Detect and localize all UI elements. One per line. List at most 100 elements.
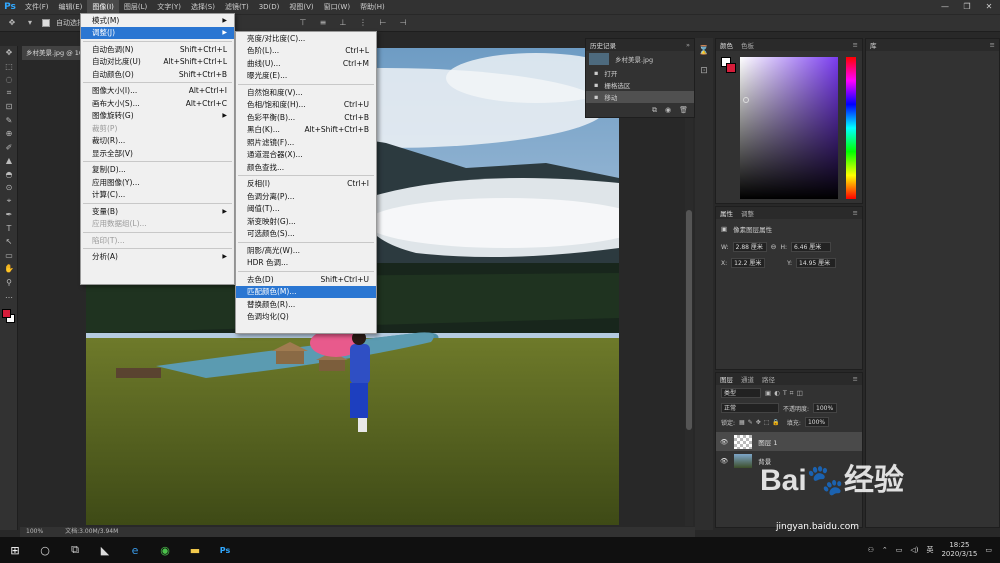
tool-3-icon[interactable]: ⌗: [0, 87, 18, 101]
menu-item[interactable]: 去色(D) Shift+Ctrl+U: [236, 273, 376, 286]
cortana-icon[interactable]: ○: [30, 537, 60, 563]
menu-item[interactable]: 色相/饱和度(H)... Ctrl+U: [236, 99, 376, 112]
tool-2-icon[interactable]: ◌: [0, 73, 18, 87]
network-icon[interactable]: ▭: [896, 546, 903, 554]
menu-item[interactable]: 曝光度(E)...: [236, 70, 376, 83]
hue-slider[interactable]: [846, 57, 856, 199]
menu-item[interactable]: 黑白(K)... Alt+Shift+Ctrl+B: [236, 124, 376, 137]
history-dock-icon[interactable]: ⌛: [695, 46, 713, 56]
menu-item[interactable]: 裁切(R)...: [81, 135, 234, 148]
distribute-icon[interactable]: ⋮: [357, 18, 369, 28]
tab-library[interactable]: 库: [870, 40, 877, 50]
menu-item[interactable]: 裁剪(P): [81, 122, 234, 135]
menu-item[interactable]: 应用数据组(L)...: [81, 218, 234, 231]
fill-field[interactable]: 100%: [804, 417, 829, 427]
link-icon[interactable]: ⊖: [771, 243, 777, 251]
tool-17-icon[interactable]: ⚲: [0, 276, 18, 290]
height-field[interactable]: 6.46 厘米: [791, 242, 832, 252]
menu-item[interactable]: 图像旋转(G) ▶: [81, 110, 234, 123]
tab-layers[interactable]: 图层: [720, 374, 733, 384]
align-left-icon[interactable]: ⊢: [377, 18, 389, 28]
y-field[interactable]: 14.95 厘米: [796, 258, 837, 268]
menu-item[interactable]: 画布大小(S)... Alt+Ctrl+C: [81, 97, 234, 110]
photoshop-taskbar-icon[interactable]: Ps: [210, 537, 240, 563]
task-view-icon[interactable]: ⧉: [60, 537, 90, 563]
move-tool-icon[interactable]: ✥: [6, 18, 18, 28]
menu-item[interactable]: 照片滤镜(F)...: [236, 136, 376, 149]
doc-info[interactable]: 文档:3.00M/3.94M: [65, 527, 118, 537]
tool-5-icon[interactable]: ✎: [0, 114, 18, 128]
edge-icon[interactable]: e: [120, 537, 150, 563]
close-icon[interactable]: ✕: [978, 0, 1000, 14]
menu-item[interactable]: 复制(D)...: [81, 164, 234, 177]
camera-icon[interactable]: ◉: [665, 106, 671, 115]
menu-6[interactable]: 滤镜(T): [220, 0, 254, 14]
eye-icon[interactable]: 👁: [720, 438, 728, 446]
tool-14-icon[interactable]: ↖: [0, 235, 18, 249]
menu-9[interactable]: 窗口(W): [319, 0, 355, 14]
menu-0[interactable]: 文件(F): [20, 0, 54, 14]
wechat-icon[interactable]: ◉: [150, 537, 180, 563]
history-item[interactable]: ▪ 移动: [586, 91, 694, 103]
menu-item[interactable]: 自然饱和度(V)...: [236, 86, 376, 99]
notification-icon[interactable]: ▭: [985, 546, 992, 554]
volume-icon[interactable]: ◁): [910, 546, 918, 554]
blend-mode-select[interactable]: 正常: [721, 403, 779, 413]
toolbar-fg-color[interactable]: [2, 308, 11, 318]
menu-item[interactable]: 渐变映射(G)...: [236, 215, 376, 228]
tool-4-icon[interactable]: ⊡: [0, 100, 18, 114]
people-icon[interactable]: ⚇: [868, 546, 874, 554]
tool-presets-icon[interactable]: ⊡: [695, 66, 713, 76]
tool-13-icon[interactable]: T: [0, 222, 18, 236]
layer-name[interactable]: 图层 1: [758, 437, 777, 447]
tool-15-icon[interactable]: ▭: [0, 249, 18, 263]
opacity-field[interactable]: 100%: [813, 403, 838, 413]
filter-icons[interactable]: ▣◐T⌗◫: [765, 389, 806, 398]
minimize-icon[interactable]: —: [934, 0, 956, 14]
x-field[interactable]: 12.2 厘米: [731, 258, 766, 268]
menu-item[interactable]: 变量(B) ▶: [81, 205, 234, 218]
document-tab[interactable]: 乡村美景.jpg @ 10: [22, 46, 86, 60]
menu-item[interactable]: 调整(J) ▶: [81, 26, 234, 39]
history-item[interactable]: ▪ 打开: [586, 67, 694, 79]
align-bottom-icon[interactable]: ⊥: [337, 18, 349, 28]
menu-item[interactable]: 色阶(L)... Ctrl+L: [236, 45, 376, 58]
menu-item[interactable]: 反相(I) Ctrl+I: [236, 178, 376, 191]
menu-1[interactable]: 编辑(E): [54, 0, 88, 14]
tab-properties[interactable]: 属性: [720, 208, 733, 218]
width-field[interactable]: 2.88 厘米: [732, 242, 767, 252]
maximize-icon[interactable]: ❐: [956, 0, 978, 14]
tab-swatches[interactable]: 色板: [741, 40, 754, 50]
history-item[interactable]: ▪ 栅格选区: [586, 79, 694, 91]
tool-11-icon[interactable]: ⌖: [0, 195, 18, 209]
tool-0-icon[interactable]: ✥: [0, 46, 18, 60]
tool-8-icon[interactable]: ▲: [0, 154, 18, 168]
tool-16-icon[interactable]: ✋: [0, 262, 18, 276]
zoom-level[interactable]: 100%: [26, 527, 43, 537]
menu-item[interactable]: HDR 色调...: [236, 257, 376, 270]
menu-item[interactable]: 颜色查找...: [236, 161, 376, 174]
menu-item[interactable]: 阈值(T)...: [236, 203, 376, 216]
menu-item[interactable]: 计算(C)...: [81, 189, 234, 202]
foreground-color-swatch[interactable]: [726, 63, 736, 73]
chevron-down-icon[interactable]: ▾: [24, 18, 36, 28]
menu-item[interactable]: 应用图像(Y)...: [81, 176, 234, 189]
history-title[interactable]: 历史记录: [590, 40, 616, 50]
menu-item[interactable]: 阴影/高光(W)...: [236, 244, 376, 257]
menu-item[interactable]: 色调均化(Q): [236, 311, 376, 324]
menu-10[interactable]: 帮助(H): [355, 0, 390, 14]
menu-item[interactable]: 自动对比度(U) Alt+Shift+Ctrl+L: [81, 56, 234, 69]
ime-indicator[interactable]: 英: [926, 545, 933, 555]
file-explorer-icon[interactable]: ▬: [180, 537, 210, 563]
menu-item[interactable]: 替换颜色(R)...: [236, 298, 376, 311]
menu-item[interactable]: 色彩平衡(B)... Ctrl+B: [236, 111, 376, 124]
clock-date[interactable]: 2020/3/15: [941, 550, 977, 559]
menu-item[interactable]: 色调分离(P)...: [236, 190, 376, 203]
tray-chevron-icon[interactable]: ⌃: [882, 546, 888, 554]
color-picker-field[interactable]: [740, 57, 838, 199]
menu-item[interactable]: 曲线(U)... Ctrl+M: [236, 57, 376, 70]
tab-channels[interactable]: 通道: [741, 374, 754, 384]
align-top-icon[interactable]: ⊤: [297, 18, 309, 28]
menu-item[interactable]: 陷印(T)...: [81, 234, 234, 247]
auto-select-checkbox[interactable]: [42, 19, 50, 27]
